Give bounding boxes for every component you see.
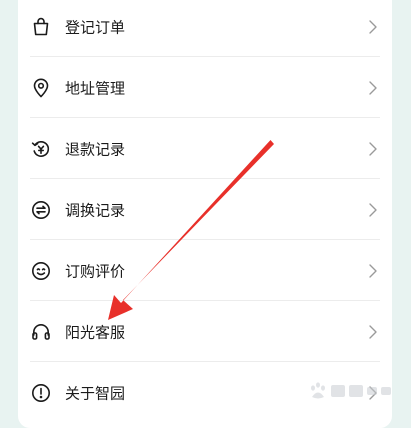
menu-item-register-order[interactable]: 登记订单 xyxy=(18,0,392,57)
exchange-icon xyxy=(30,199,52,221)
menu-item-label: 订购评价 xyxy=(65,262,126,280)
menu-item-order-reviews[interactable]: 订购评价 xyxy=(18,240,392,301)
headset-icon xyxy=(30,321,52,343)
menu-item-label: 关于智园 xyxy=(65,384,126,402)
menu-item-address-management[interactable]: 地址管理 xyxy=(18,57,392,118)
refund-icon xyxy=(30,138,52,160)
menu-item-label: 阳光客服 xyxy=(65,323,126,341)
menu-item-refund-records[interactable]: 退款记录 xyxy=(18,118,392,179)
chevron-right-icon xyxy=(368,141,378,157)
location-pin-icon xyxy=(30,77,52,99)
menu-item-label: 登记订单 xyxy=(65,18,126,36)
info-icon xyxy=(30,382,52,404)
chevron-right-icon xyxy=(368,80,378,96)
chevron-right-icon xyxy=(368,324,378,340)
menu-item-label: 地址管理 xyxy=(65,79,126,97)
menu-item-customer-service[interactable]: 阳光客服 xyxy=(18,301,392,362)
chevron-right-icon xyxy=(368,19,378,35)
menu-item-label: 调换记录 xyxy=(65,201,126,219)
menu-item-label: 退款记录 xyxy=(65,140,126,158)
menu-item-exchange-records[interactable]: 调换记录 xyxy=(18,179,392,240)
chevron-right-icon xyxy=(368,202,378,218)
chevron-right-icon xyxy=(368,263,378,279)
settings-menu-card: 登记订单 地址管理 退款记录 调换记录 订购评价 阳光客服 关于智园 xyxy=(18,0,392,428)
smiley-icon xyxy=(30,260,52,282)
watermark-logo-icon xyxy=(311,382,391,399)
shopping-bag-icon xyxy=(30,16,52,38)
